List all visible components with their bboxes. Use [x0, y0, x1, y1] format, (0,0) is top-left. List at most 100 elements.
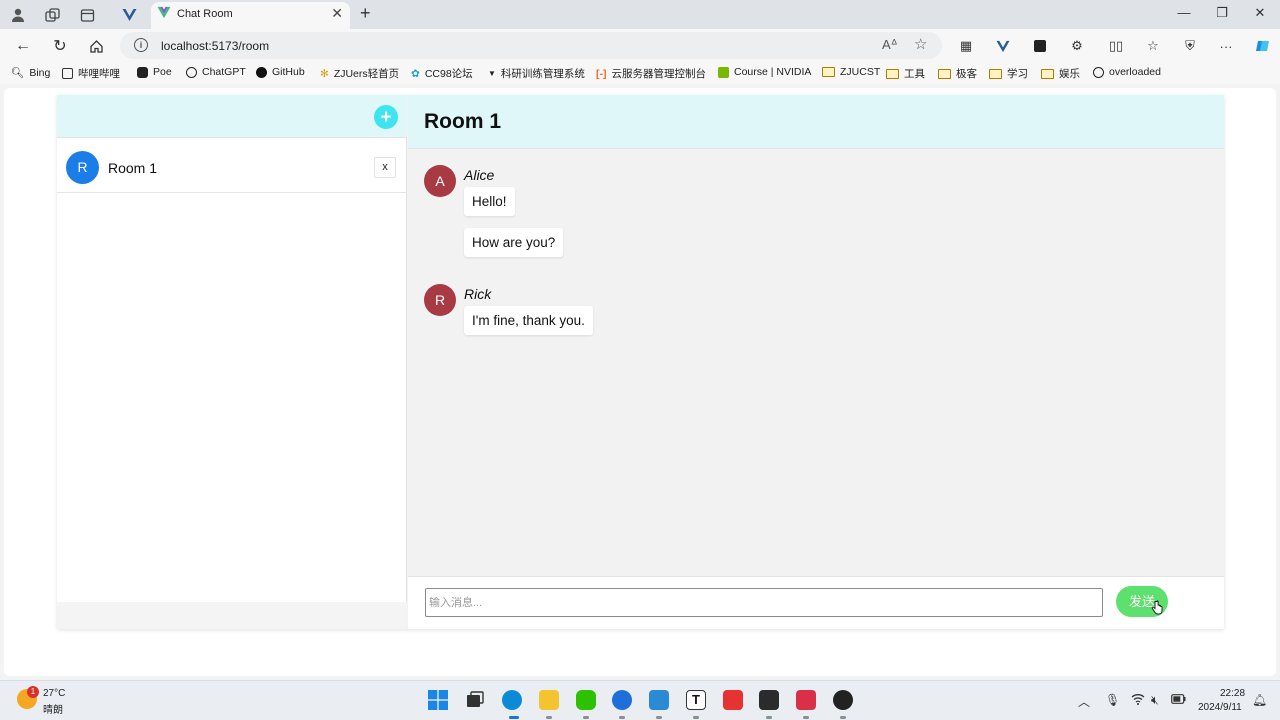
bookmark-overloaded[interactable]: overloaded: [1093, 66, 1161, 78]
favorite-star-icon[interactable]: ☆: [914, 35, 927, 53]
url-text: localhost:5173/room: [161, 39, 270, 53]
folder-icon: [1041, 68, 1054, 79]
vue-tab-favicon[interactable]: [119, 5, 139, 25]
edge-browser-icon[interactable]: [502, 690, 522, 710]
vertical-tabs-icon[interactable]: [77, 5, 97, 25]
bookmark-folder-study[interactable]: 学习: [989, 66, 1028, 81]
tab-title: Chat Room: [177, 8, 233, 20]
favorites-icon[interactable]: ☆: [1144, 37, 1162, 55]
tray-overflow-icon[interactable]: ︿: [1078, 693, 1090, 710]
bookmark-bilibili[interactable]: 哔哩哔哩: [62, 66, 120, 81]
bookmark-cc98[interactable]: ✿ CC98论坛: [411, 66, 473, 81]
browser-tab-bar: Chat Room ✕ + — ❐ ✕: [0, 0, 1280, 29]
wps-office-icon[interactable]: [723, 690, 743, 710]
extension-icon[interactable]: ▦: [957, 37, 975, 55]
taskbar: 1 27°C 晴朗 T ︿ 🎙︎ 🔇︎ 22:28 2024/9/11 🔔︎: [0, 680, 1280, 720]
extension-dark-icon[interactable]: [1031, 37, 1049, 55]
wechat-icon[interactable]: [576, 690, 596, 710]
new-tab-icon[interactable]: +: [360, 3, 371, 24]
refresh-icon[interactable]: ↻: [49, 35, 71, 57]
task-view-icon[interactable]: [465, 690, 485, 710]
bookmark-bing[interactable]: 🔍︎ Bing: [11, 66, 50, 80]
weather-description: 晴朗: [43, 705, 63, 716]
bookmark-poe[interactable]: Poe: [137, 66, 172, 78]
message-composer: 发送: [408, 576, 1224, 629]
bookmark-research-system[interactable]: ▼ 科研训练管理系统: [488, 66, 585, 81]
vscode-icon[interactable]: [649, 690, 669, 710]
bookmark-zjuers[interactable]: ✻ ZJUers轻首页: [320, 66, 399, 81]
folder-icon: [822, 67, 835, 77]
active-indicator: [619, 716, 625, 719]
nvidia-icon: [718, 66, 729, 78]
microphone-icon[interactable]: 🎙︎: [1105, 693, 1120, 707]
weather-badge: 1: [27, 686, 39, 698]
read-aloud-icon[interactable]: Aᐞ: [882, 37, 898, 53]
message-bubble: I'm fine, thank you.: [464, 306, 593, 335]
add-room-button[interactable]: +: [374, 105, 398, 129]
vue-logo-icon: [157, 6, 171, 20]
more-menu-icon[interactable]: ···: [1217, 37, 1235, 55]
chat-panel: Room 1 A Alice Hello! How are you? R Ric…: [408, 95, 1224, 629]
jetbrains-icon[interactable]: [796, 690, 816, 710]
workspaces-icon[interactable]: [42, 5, 62, 25]
tab-chat-room[interactable]: Chat Room ✕: [151, 2, 350, 29]
start-windows-icon[interactable]: [428, 690, 448, 710]
cloud-console-icon: [-]: [596, 67, 607, 80]
qq-icon[interactable]: [612, 690, 632, 710]
room-sidebar: + R Room 1 x: [57, 95, 407, 629]
file-explorer-icon[interactable]: [539, 690, 559, 710]
sidebar-header: +: [57, 95, 407, 138]
clock-time: 22:28: [1220, 688, 1246, 699]
bookmark-folder-entertainment[interactable]: 娱乐: [1041, 66, 1080, 81]
maximize-icon[interactable]: ❐: [1212, 5, 1232, 21]
overloaded-icon: [1093, 66, 1104, 78]
bookmark-chatgpt[interactable]: ChatGPT: [186, 66, 246, 78]
folder-icon: [989, 68, 1002, 79]
message-bubble: How are you?: [464, 228, 564, 257]
window-close-icon[interactable]: ✕: [1250, 5, 1270, 21]
profile-icon[interactable]: [8, 5, 28, 25]
research-system-icon: ▼: [488, 69, 496, 78]
bookmark-nvidia-course[interactable]: Course | NVIDIA: [718, 66, 811, 78]
room-list-item[interactable]: R Room 1 x: [57, 143, 406, 193]
home-icon[interactable]: [85, 35, 107, 57]
address-bar[interactable]: i localhost:5173/room Aᐞ ☆: [120, 32, 942, 59]
bookmark-folder-tools[interactable]: 工具: [886, 66, 925, 81]
cc98-icon: ✿: [411, 67, 420, 80]
wifi-icon[interactable]: [1131, 693, 1145, 708]
folder-icon: [886, 68, 899, 79]
notification-bell-icon[interactable]: 🔔︎: [1252, 693, 1267, 707]
delete-room-button[interactable]: x: [374, 157, 396, 178]
bookmark-folder-geek[interactable]: 极客: [938, 66, 977, 81]
back-icon[interactable]: ←: [12, 35, 34, 57]
volume-muted-icon[interactable]: 🔇︎: [1151, 693, 1159, 708]
active-indicator: [583, 716, 589, 719]
sidebar-footer: [57, 602, 407, 629]
extensions-puzzle-icon[interactable]: ⚙: [1068, 37, 1086, 55]
user-avatar: A: [424, 165, 456, 197]
battery-icon[interactable]: [1171, 693, 1186, 707]
site-info-icon[interactable]: i: [134, 38, 148, 52]
user-avatar: R: [424, 284, 456, 316]
terminal-icon[interactable]: [759, 690, 779, 710]
active-indicator: [766, 716, 772, 719]
message-input[interactable]: [425, 588, 1103, 617]
split-screen-icon[interactable]: ▯▯: [1107, 37, 1125, 55]
typora-icon[interactable]: T: [686, 690, 706, 710]
active-indicator: [656, 716, 662, 719]
minimize-icon[interactable]: —: [1174, 5, 1194, 20]
active-indicator: [546, 716, 552, 719]
copilot-icon[interactable]: [1254, 37, 1272, 55]
active-indicator: [803, 716, 809, 719]
browser-essentials-icon[interactable]: ⛨: [1181, 37, 1199, 55]
bookmark-folder-zjucst[interactable]: ZJUCST: [822, 66, 880, 78]
zjuers-icon: ✻: [320, 67, 329, 80]
active-indicator: [840, 716, 846, 719]
bookmark-github[interactable]: GitHub: [256, 66, 305, 78]
vue-devtools-icon[interactable]: [994, 37, 1012, 55]
bing-icon: 🔍︎: [11, 67, 25, 79]
bookmark-cloud-console[interactable]: [-] 云服务器管理控制台: [596, 66, 706, 81]
tab-close-icon[interactable]: ✕: [331, 5, 343, 22]
page-viewport: + R Room 1 x Room 1 A Alice Hello! How a…: [4, 88, 1276, 676]
obs-icon[interactable]: [833, 690, 853, 710]
